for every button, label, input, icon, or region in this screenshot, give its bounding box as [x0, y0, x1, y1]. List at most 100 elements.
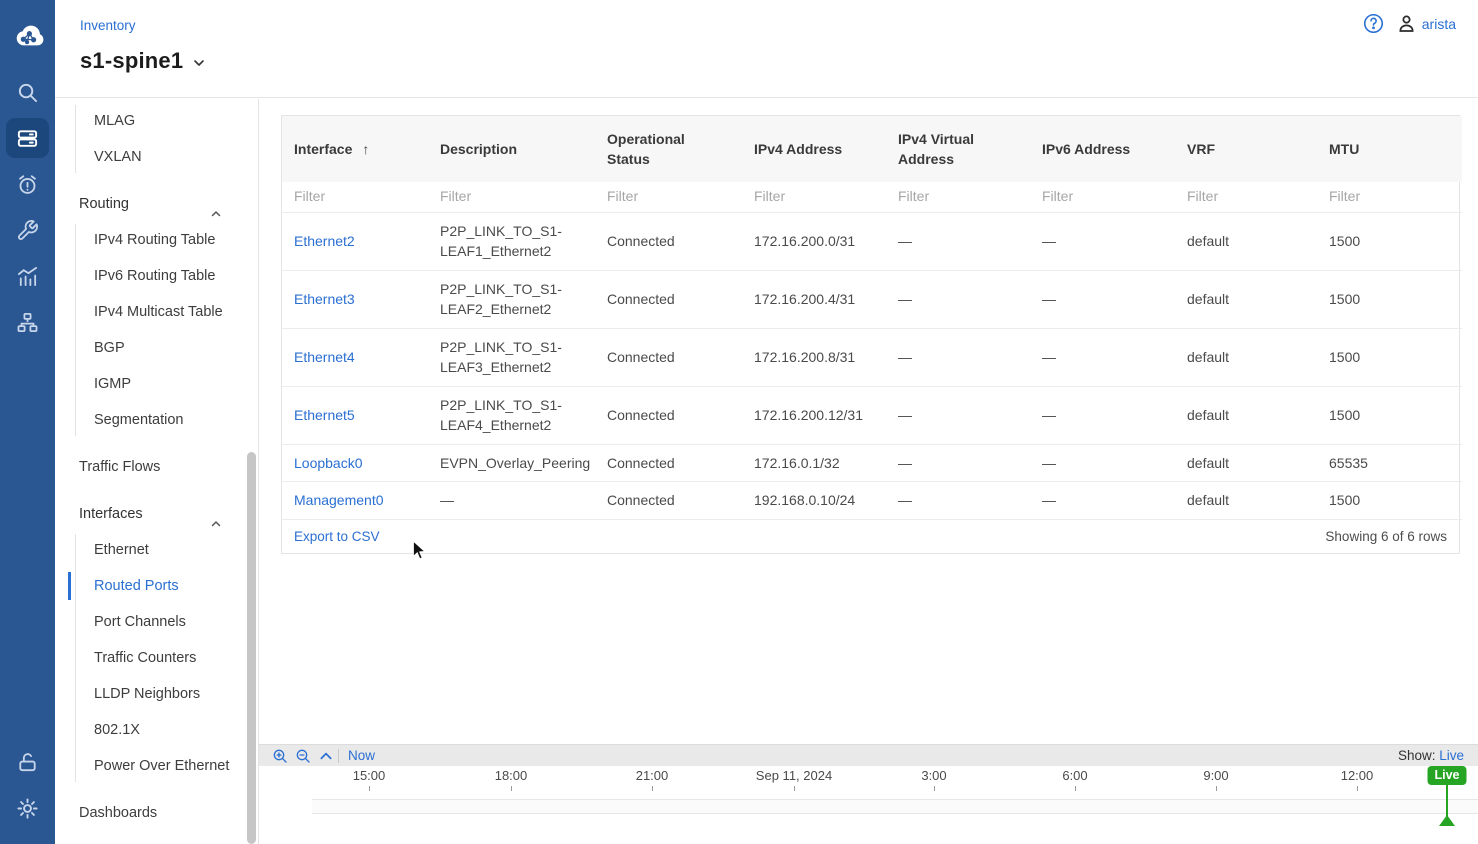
- filter-input-ipv4-virtual-address[interactable]: [898, 188, 1018, 204]
- table-header-row: Interface↑ Description Operational Statu…: [282, 116, 1462, 182]
- nav-item-8021x-lldp-neighbors[interactable]: LLDP Neighbors: [55, 676, 258, 712]
- vrf-cell: default: [1175, 386, 1317, 444]
- filter-input-interface[interactable]: [294, 188, 416, 204]
- icon-rail: [0, 0, 55, 844]
- nav-section-routing[interactable]: Routing: [55, 186, 258, 222]
- filter-input-operational-status[interactable]: [607, 188, 730, 204]
- username: arista: [1422, 16, 1456, 32]
- interface-link[interactable]: Management0: [294, 492, 384, 508]
- table-row: Ethernet4 P2P_LINK_TO_S1-LEAF3_Ethernet2…: [282, 328, 1462, 386]
- export-to-csv-link[interactable]: Export to CSV: [294, 529, 380, 544]
- table-row: Ethernet5 P2P_LINK_TO_S1-LEAF4_Ethernet2…: [282, 386, 1462, 444]
- lock-open-icon[interactable]: [0, 740, 55, 784]
- nav-item-8021x[interactable]: 802.1X: [55, 712, 258, 748]
- nav-item-port-channels[interactable]: Port Channels: [55, 604, 258, 640]
- filter-input-ipv4-address[interactable]: [754, 188, 874, 204]
- ipv6-cell: —: [1030, 328, 1175, 386]
- vrf-cell: default: [1175, 444, 1317, 482]
- live-marker-pointer[interactable]: [1439, 815, 1455, 826]
- interface-link[interactable]: Ethernet4: [294, 349, 355, 365]
- vrf-cell: default: [1175, 482, 1317, 520]
- filter-row: [282, 182, 1462, 212]
- column-header-mtu[interactable]: MTU: [1317, 116, 1462, 182]
- status-cell: Connected: [595, 328, 742, 386]
- timeline-zoom-in-icon[interactable]: [272, 748, 288, 764]
- nav-item-vxlan[interactable]: VXLAN: [55, 139, 258, 175]
- chevron-up-icon: [210, 198, 222, 210]
- column-header-interface[interactable]: Interface↑: [282, 116, 428, 182]
- nav-item-ipv6-routing-table[interactable]: IPv6 Routing Table: [55, 258, 258, 294]
- metrics-icon[interactable]: [0, 254, 55, 298]
- events-icon[interactable]: [0, 162, 55, 206]
- table-row: Ethernet2 P2P_LINK_TO_S1-LEAF1_Ethernet2…: [282, 212, 1462, 270]
- nav-item-segmentation[interactable]: Segmentation: [55, 402, 258, 438]
- mtu-cell: 1500: [1317, 212, 1462, 270]
- nav-item-traffic-flows[interactable]: Traffic Flows: [55, 449, 258, 485]
- column-header-ipv6-address[interactable]: IPv6 Address: [1030, 116, 1175, 182]
- timeline-now-button[interactable]: Now: [348, 748, 375, 763]
- nav-item-bgp[interactable]: BGP: [55, 330, 258, 366]
- timeline-panel: Now Show: Live 15:00 18:00 21:00 Sep 11,…: [259, 744, 1478, 844]
- date-tick-label: Sep 11, 2024: [756, 768, 832, 783]
- settings-icon[interactable]: [0, 786, 55, 830]
- filter-input-description[interactable]: [440, 188, 583, 204]
- ipv4-virtual-cell: —: [886, 386, 1030, 444]
- toolbar-divider: [338, 749, 339, 763]
- timeline-track[interactable]: [312, 799, 1478, 814]
- topology-icon[interactable]: [0, 300, 55, 344]
- ipv4-cell: 172.16.200.8/31: [742, 328, 886, 386]
- vrf-cell: default: [1175, 212, 1317, 270]
- timeline-collapse-chevron-up-icon[interactable]: [318, 748, 334, 764]
- nav-item-ethernet[interactable]: Ethernet: [55, 532, 258, 568]
- breadcrumb[interactable]: Inventory: [80, 18, 136, 33]
- page-title: s1-spine1: [80, 48, 183, 74]
- status-cell: Connected: [595, 270, 742, 328]
- row-count-label: Showing 6 of 6 rows: [1325, 529, 1447, 544]
- table-row: Loopback0 EVPN_Overlay_Peering Connected…: [282, 444, 1462, 482]
- search-icon[interactable]: [0, 70, 55, 114]
- time-tick-label: 18:00: [495, 768, 528, 783]
- live-marker-badge[interactable]: Live: [1427, 766, 1466, 785]
- devices-icon[interactable]: [0, 116, 55, 160]
- interface-link[interactable]: Loopback0: [294, 455, 363, 471]
- tick-mark: [1357, 786, 1358, 791]
- column-header-operational-status[interactable]: Operational Status: [595, 116, 742, 182]
- help-icon[interactable]: [1363, 13, 1384, 34]
- interface-link[interactable]: Ethernet2: [294, 233, 355, 249]
- description-cell: P2P_LINK_TO_S1-LEAF2_Ethernet2: [428, 270, 595, 328]
- nav-section-interfaces[interactable]: Interfaces: [55, 496, 258, 532]
- nav-item-ipv4-multicast-table[interactable]: IPv4 Multicast Table: [55, 294, 258, 330]
- column-header-vrf[interactable]: VRF: [1175, 116, 1317, 182]
- nav-item-ipv4-routing-table[interactable]: IPv4 Routing Table: [55, 222, 258, 258]
- column-header-ipv4-virtual-address[interactable]: IPv4 Virtual Address: [886, 116, 1030, 182]
- nav-item-traffic-counters[interactable]: Traffic Counters: [55, 640, 258, 676]
- ipv4-virtual-cell: —: [886, 212, 1030, 270]
- ipv4-virtual-cell: —: [886, 444, 1030, 482]
- nav-item-igmp[interactable]: IGMP: [55, 366, 258, 402]
- interface-link[interactable]: Ethernet5: [294, 407, 355, 423]
- user-menu[interactable]: arista: [1396, 13, 1456, 34]
- nav-scrollbar[interactable]: [247, 452, 256, 844]
- filter-input-mtu[interactable]: [1329, 188, 1450, 204]
- nav-item-power-over-ethernet[interactable]: Power Over Ethernet: [55, 748, 258, 784]
- show-live-link[interactable]: Live: [1439, 748, 1464, 763]
- interface-link[interactable]: Ethernet3: [294, 291, 355, 307]
- user-icon: [1396, 13, 1417, 34]
- cloudvision-logo[interactable]: [0, 16, 55, 56]
- nav-item-mlag[interactable]: MLAG: [55, 103, 258, 139]
- description-cell: P2P_LINK_TO_S1-LEAF3_Ethernet2: [428, 328, 595, 386]
- description-cell: EVPN_Overlay_Peering: [428, 444, 595, 482]
- status-cell: Connected: [595, 386, 742, 444]
- column-header-description[interactable]: Description: [428, 116, 595, 182]
- provisioning-icon[interactable]: [0, 208, 55, 252]
- filter-input-vrf[interactable]: [1187, 188, 1305, 204]
- timeline-zoom-out-icon[interactable]: [295, 748, 311, 764]
- show-label: Show:: [1398, 748, 1436, 763]
- ipv4-cell: 172.16.0.1/32: [742, 444, 886, 482]
- device-switcher-chevron-down-icon[interactable]: [191, 55, 207, 71]
- time-tick-label: 15:00: [353, 768, 386, 783]
- nav-item-routed-ports[interactable]: Routed Ports: [55, 568, 258, 604]
- filter-input-ipv6-address[interactable]: [1042, 188, 1163, 204]
- column-header-ipv4-address[interactable]: IPv4 Address: [742, 116, 886, 182]
- nav-item-dashboards[interactable]: Dashboards: [55, 795, 258, 831]
